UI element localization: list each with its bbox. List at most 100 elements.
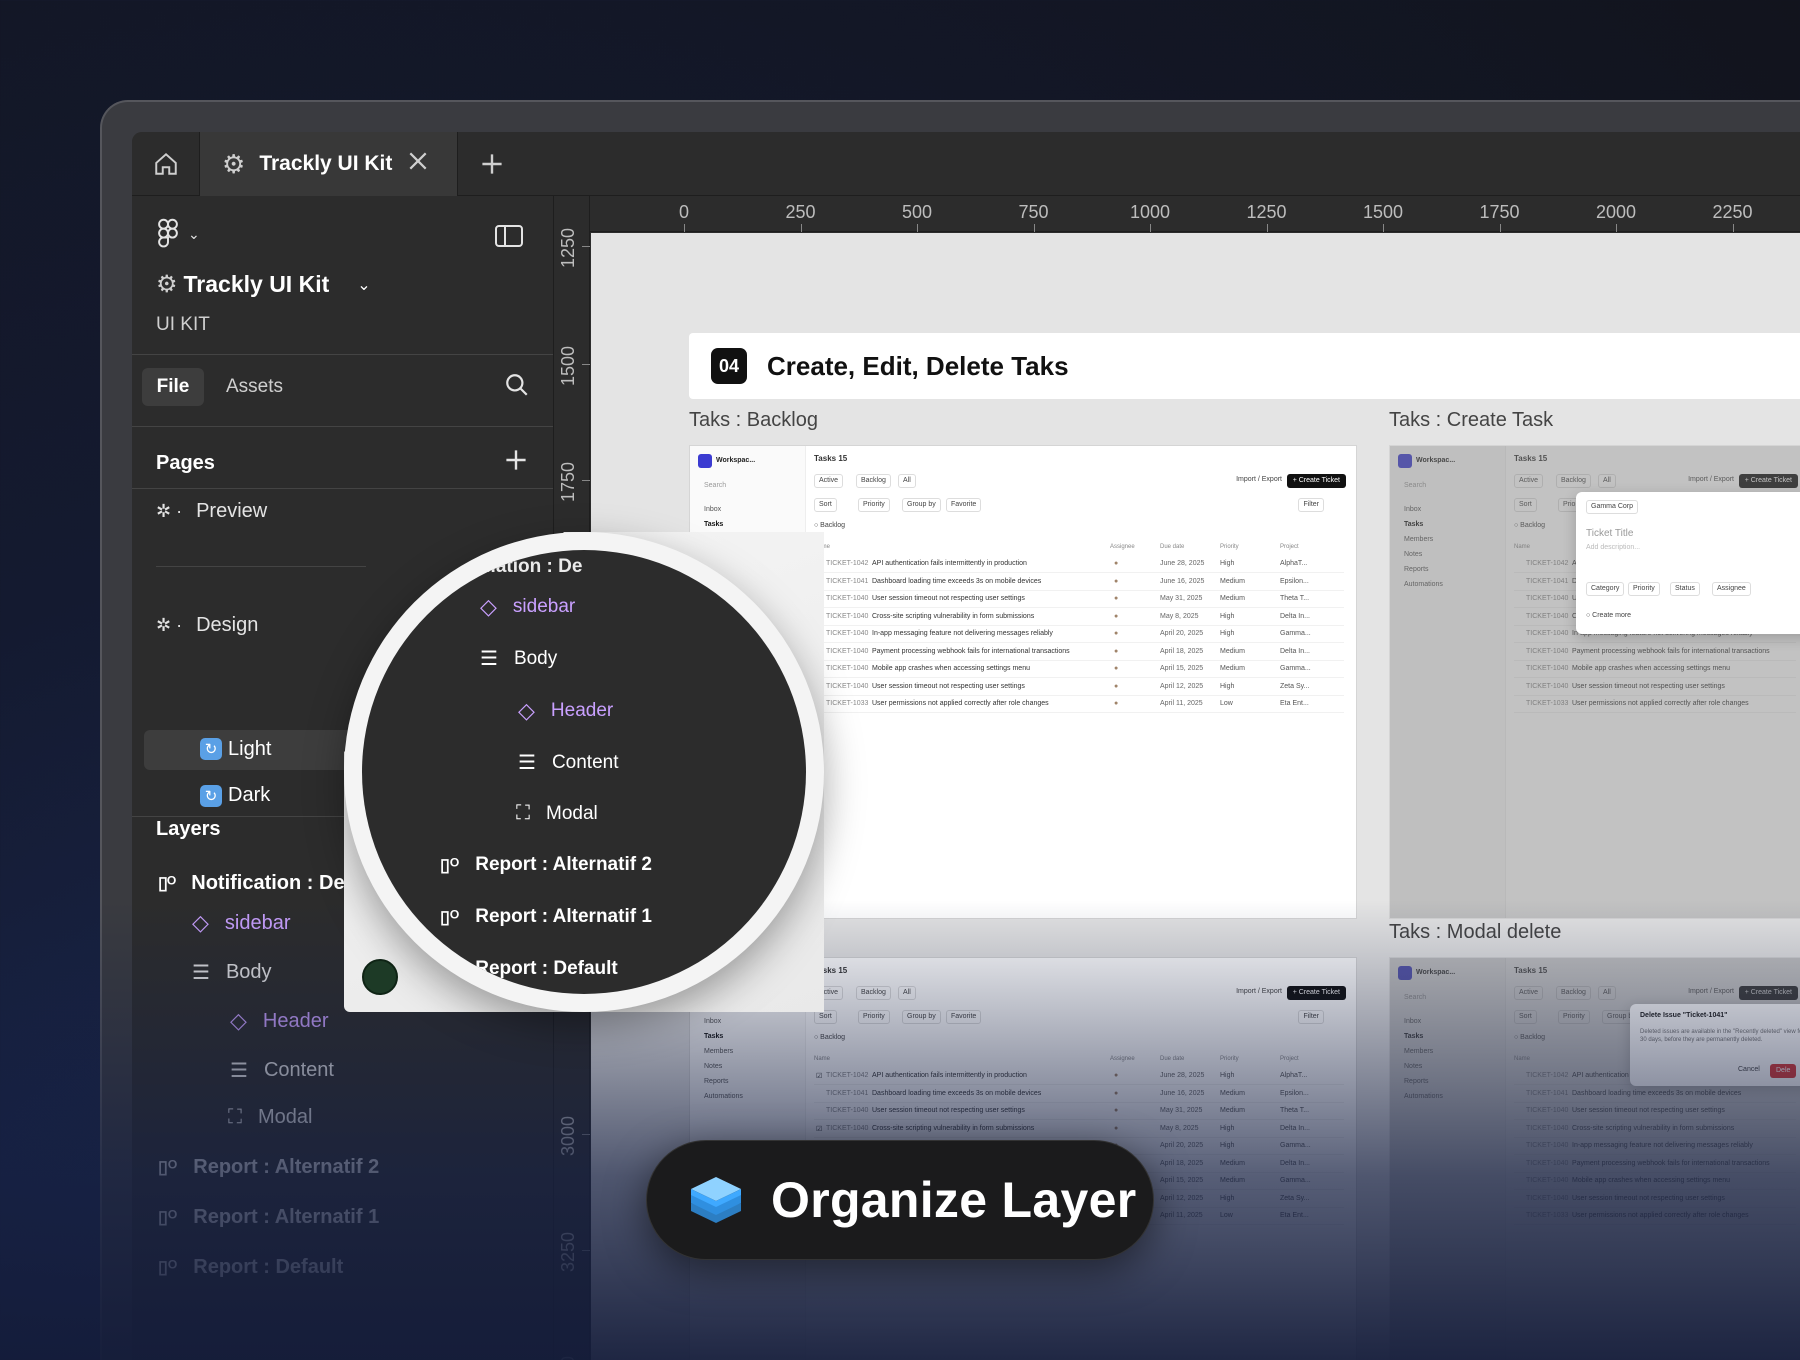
mini-column-header: Priority [1220, 544, 1239, 550]
frame-layout-icon: ▯ᴼ [440, 854, 460, 875]
mini-ticket-id: TICKET-1040 [826, 630, 869, 637]
ruler-tick [684, 224, 685, 232]
modal-title-placeholder: Ticket Title [1586, 528, 1634, 539]
mini-due: April 15, 2025 [1160, 665, 1204, 672]
page-label: Light [228, 738, 272, 760]
mini-toolbar-pill: Group by [902, 1010, 941, 1024]
mini-column-header: Assignee [1110, 544, 1135, 550]
mini-column-header: Project [1280, 544, 1299, 550]
page-label: Dark [228, 784, 271, 806]
magnifier-handle-dot [362, 959, 398, 995]
tab-bar: ⚙ Trackly UI Kit [132, 132, 1800, 196]
frame-layout-icon: ▯ᴼ [158, 873, 176, 893]
layer-content[interactable]: ☰ Content [230, 1058, 334, 1083]
divider [132, 488, 553, 489]
ruler-tick [582, 246, 590, 247]
mini-ticket-id: TICKET-1042 [826, 560, 869, 567]
mini-group-header: ○ Backlog [814, 522, 846, 529]
mini-toolbar-pill: Favorite [946, 498, 982, 512]
frame-modal-delete[interactable]: Workspac... Search Inbox Tasks Members Notes R… [1389, 957, 1800, 1360]
tab-trackly[interactable]: ⚙ Trackly UI Kit [200, 132, 458, 196]
tab-file[interactable]: File [142, 368, 204, 406]
search-button[interactable] [504, 372, 530, 403]
chevron-down-icon: ⌄ [188, 225, 200, 242]
modal-desc-placeholder: Add description... [1586, 544, 1641, 551]
layer-label: Header [262, 1009, 329, 1032]
mini-project: Eta Ent... [1280, 700, 1309, 707]
mini-project: Eta Ent... [1280, 1212, 1309, 1219]
page-item-dark[interactable]: ↻ Dark [200, 784, 270, 807]
mini-priority: High [1220, 682, 1235, 690]
frame-rows-icon: ☰ [518, 752, 536, 774]
mini-group-header: ○ Backlog [814, 1034, 846, 1041]
frame-rows-icon: ☰ [192, 962, 210, 984]
ruler-tick [1616, 224, 1617, 232]
ruler-horizontal: 0 250 500 750 1000 1250 1500 1750 2000 2250 [590, 196, 1800, 232]
mini-priority: Low [1220, 700, 1233, 707]
project-title-row[interactable]: ⚙ Trackly UI Kit ⌄ [156, 270, 371, 299]
mini-column-header: Name [814, 1056, 831, 1062]
mini-nav-item: Members [704, 1048, 734, 1055]
mini-ticket-id: TICKET-1041 [826, 1089, 869, 1097]
magnified-layer-content: ☰ Content [518, 750, 618, 775]
layer-sidebar[interactable]: ◇ sidebar [192, 910, 291, 936]
gear-icon: ⚙ [156, 271, 178, 298]
plus-icon [482, 154, 502, 174]
component-icon: ◇ [230, 1008, 247, 1033]
mini-priority: High [1220, 1194, 1235, 1202]
mini-project: Epsilon... [1280, 1089, 1309, 1097]
layer-report-default[interactable]: ▯ᴼ Report : Default [158, 1256, 343, 1279]
frame-layout-icon: ▯ᴼ [158, 1157, 178, 1177]
mini-avatar: ● [1114, 1072, 1119, 1079]
add-page-button[interactable] [504, 448, 528, 477]
mini-priority: Medium [1220, 665, 1245, 672]
close-tab-button[interactable] [407, 150, 429, 177]
mini-table-row: TICKET-1041Dashboard loading time exceed… [814, 1086, 1344, 1103]
frame-create-task[interactable]: Workspac... Search Inbox Tasks Members Notes R… [1389, 445, 1800, 919]
new-tab-button[interactable] [472, 144, 512, 184]
figma-logo-icon [158, 218, 178, 248]
layer-label: Modal [258, 1106, 313, 1128]
mini-priority: Medium [1220, 1107, 1245, 1114]
ruler-tick-label: 250 [785, 202, 816, 222]
magnified-layer-header: ◇ Header [518, 698, 613, 724]
mini-filter-pill: All [898, 986, 916, 1000]
mini-column-header: Due date [1160, 1056, 1185, 1062]
layer-modal[interactable]: ⛶ Modal [228, 1106, 312, 1129]
delete-modal-confirm: Dele [1770, 1064, 1797, 1078]
mini-project: Gamma... [1280, 1142, 1311, 1149]
component-icon: ◇ [480, 594, 497, 619]
mini-project: Epsilon... [1280, 577, 1309, 585]
mini-due: April 12, 2025 [1160, 1194, 1204, 1202]
magnified-partial-label: ...ation : De [480, 556, 583, 577]
tab-assets[interactable]: Assets [226, 376, 283, 398]
layer-body[interactable]: ☰ Body [192, 960, 272, 985]
layer-header[interactable]: ◇ Header [230, 1008, 329, 1034]
mini-nav-item: Tasks [704, 521, 724, 528]
mini-due: April 12, 2025 [1160, 682, 1204, 690]
page-item-design[interactable]: ✲ · Design [156, 614, 258, 637]
layer-report-alt2[interactable]: ▯ᴼ Report : Alternatif 2 [158, 1156, 379, 1179]
mini-search: Search [704, 482, 727, 489]
ruler-tick-label: 3000 [558, 1115, 578, 1156]
layer-notification[interactable]: ▯ᴼ Notification : De [158, 872, 345, 895]
ruler-tick-label: 3250 [558, 1231, 578, 1272]
loop-icon: ↻ [200, 784, 222, 807]
page-item-preview[interactable]: ✲ · Preview [156, 500, 267, 523]
ruler-tick-label: 1250 [558, 227, 578, 268]
layer-report-alt1[interactable]: ▯ᴼ Report : Alternatif 1 [158, 1206, 379, 1229]
page-prefix: ✲ · [156, 501, 183, 521]
mini-due: May 31, 2025 [1160, 595, 1203, 602]
mini-table-row: TICKET-1040User session timeout not resp… [814, 591, 1344, 608]
ruler-tick-label: 500 [901, 202, 933, 222]
home-button[interactable] [132, 132, 200, 196]
main-menu-button[interactable]: ⌄ [156, 218, 200, 250]
mini-nav-item: Reports [704, 1078, 729, 1085]
create-ticket-modal: Gamma Corp Ticket Title Add description...… [1576, 492, 1800, 634]
ruler-tick-label: 0 [678, 202, 690, 222]
section-number-badge: 04 [711, 348, 747, 384]
mini-priority: Medium [1220, 1089, 1245, 1097]
toggle-sidebar-button[interactable] [494, 224, 524, 253]
mini-project: Delta In... [1280, 612, 1310, 620]
ruler-tick [1266, 224, 1268, 232]
